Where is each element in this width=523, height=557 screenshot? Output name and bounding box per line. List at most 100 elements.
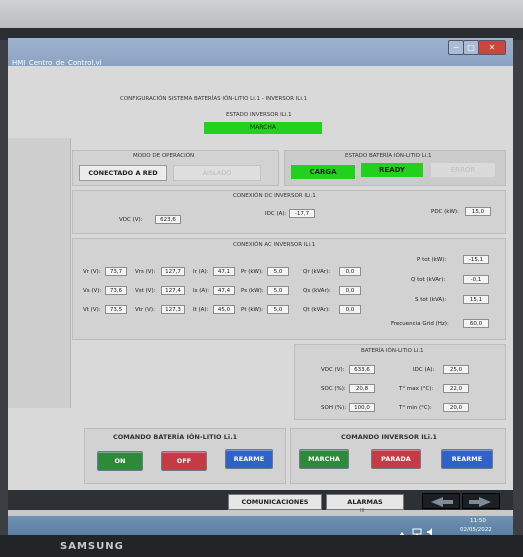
ps-label: Ps (kW): xyxy=(241,288,264,294)
operation-mode-title: MODO DE OPERACIÓN xyxy=(133,153,195,159)
tmin-label: T° min (°C): xyxy=(399,405,432,411)
frequency-value: 60,0 xyxy=(463,319,489,328)
nav-forward-button[interactable] xyxy=(462,493,500,509)
error-indicator: ERROR xyxy=(431,163,495,177)
connected-grid-indicator: CONECTADO A RED xyxy=(79,165,167,181)
battery-state-panel: ESTADO BATERÍA IÓN-LITIO Li.1 CARGA READ… xyxy=(284,150,506,186)
vrs-value: 127,7 xyxy=(161,267,185,276)
battery-panel-title: BATERÍA IÓN-LITIO Li.1 xyxy=(361,348,424,354)
vt-label: Vt (V): xyxy=(83,307,101,313)
qr-label: Qr (kVAr): xyxy=(303,269,331,275)
battery-vdc-label: VDC (V): xyxy=(321,367,345,373)
nav-back-button[interactable] xyxy=(422,493,460,509)
vst-label: Vst (V): xyxy=(135,288,156,294)
bottom-nav-strip: COMUNICACIONES ALARMAS III xyxy=(8,490,513,516)
charge-indicator: CARGA xyxy=(291,165,355,179)
battery-idc-value: 25,0 xyxy=(443,365,469,374)
battery-reset-button[interactable]: REARME xyxy=(225,449,273,469)
taskbar-time[interactable]: 11:50 xyxy=(470,518,486,524)
pdc-label: PDC (kW): xyxy=(431,209,459,215)
wall-background xyxy=(0,0,523,28)
battery-off-button[interactable]: OFF xyxy=(161,451,207,471)
qt-label: Qt (kVAr): xyxy=(303,307,330,313)
tmax-value: 22,0 xyxy=(443,384,469,393)
idc-value: -17,7 xyxy=(289,209,315,218)
minimize-button[interactable]: − xyxy=(448,40,464,55)
vdc-label: VDC (V): xyxy=(119,217,143,223)
pt-value: 5,0 xyxy=(267,305,289,314)
inverter-command-title: COMANDO INVERSOR ILi.1 xyxy=(341,433,438,441)
inverter-start-button[interactable]: MARCHA xyxy=(299,449,349,469)
monitor-brand-logo: SAMSUNG xyxy=(60,541,124,552)
qt-value: 0,0 xyxy=(339,305,361,314)
window-titlebar[interactable]: HMI_Centro_de_Control.vi − □ ✕ xyxy=(8,38,513,67)
soh-value: 100,0 xyxy=(349,403,375,412)
pt-label: Pt (kW): xyxy=(241,307,263,313)
qs-label: Qs (kVAr): xyxy=(303,288,331,294)
pr-label: Pr (kW): xyxy=(241,269,263,275)
battery-idc-label: IDC (A): xyxy=(413,367,435,373)
vr-label: Vr (V): xyxy=(83,269,101,275)
battery-vdc-value: 633,6 xyxy=(349,365,375,374)
scroll-thumb-mark: III xyxy=(360,508,365,514)
it-label: It (A): xyxy=(193,307,209,313)
soh-label: SOH (%): xyxy=(321,405,347,411)
left-side-panel xyxy=(8,138,71,408)
vdc-value: 623,6 xyxy=(155,215,181,224)
arrow-left-icon xyxy=(431,497,453,507)
ir-value: 47,1 xyxy=(213,267,235,276)
communications-tab[interactable]: COMUNICACIONES xyxy=(228,494,322,510)
network-icon[interactable] xyxy=(412,522,422,536)
tmax-label: T° max (°C): xyxy=(399,386,434,392)
vt-value: 73,5 xyxy=(105,305,127,314)
inverter-state-indicator: MARCHA xyxy=(204,122,322,134)
vst-value: 127,4 xyxy=(161,286,185,295)
idc-label: IDC (A): xyxy=(265,211,287,217)
stot-value: 15,1 xyxy=(463,295,489,304)
battery-command-title: COMANDO BATERÍA IÓN-LITIO Li.1 xyxy=(113,433,238,441)
dc-connection-title: CONEXIÓN DC INVERSOR ILi.1 xyxy=(233,193,316,199)
config-title: CONFIGURACIÓN SISTEMA BATERÍAS IÓN-LITIO… xyxy=(120,96,308,102)
stot-label: S tot (kVA): xyxy=(415,297,447,303)
pr-value: 5,0 xyxy=(267,267,289,276)
vs-value: 73,6 xyxy=(105,286,127,295)
ready-indicator: READY xyxy=(361,163,423,177)
frequency-label: Frecuencia Grid (Hz): xyxy=(391,321,449,327)
alarms-tab[interactable]: ALARMAS xyxy=(326,494,404,510)
vtr-label: Vtr (V): xyxy=(135,307,155,313)
volume-icon[interactable] xyxy=(426,522,436,536)
ac-connection-panel: CONEXIÓN AC INVERSOR ILi.1 Vr (V): 73,7 … xyxy=(72,238,506,340)
vtr-value: 127,3 xyxy=(161,305,185,314)
battery-on-button[interactable]: ON xyxy=(97,451,143,471)
is-value: 47,4 xyxy=(213,286,235,295)
battery-panel: BATERÍA IÓN-LITIO Li.1 VDC (V): 633,6 ID… xyxy=(294,344,506,420)
ac-connection-title: CONEXIÓN AC INVERSOR ILi.1 xyxy=(233,242,316,248)
maximize-button[interactable]: □ xyxy=(463,40,479,55)
ps-value: 5,0 xyxy=(267,286,289,295)
taskbar-date[interactable]: 02/05/2022 xyxy=(460,527,492,533)
close-button[interactable]: ✕ xyxy=(478,40,506,55)
ir-label: Ir (A): xyxy=(193,269,209,275)
inverter-stop-button[interactable]: PARADA xyxy=(371,449,421,469)
qtot-value: -0,1 xyxy=(463,275,489,284)
hmi-client-area: CONFIGURACIÓN SISTEMA BATERÍAS IÓN-LITIO… xyxy=(8,66,513,516)
qtot-label: Q tot (kVAr): xyxy=(411,277,446,283)
vs-label: Vs (V): xyxy=(83,288,102,294)
ptot-value: -15,1 xyxy=(463,255,489,264)
qs-value: 0,0 xyxy=(339,286,361,295)
tmin-value: 20,0 xyxy=(443,403,469,412)
battery-state-title: ESTADO BATERÍA IÓN-LITIO Li.1 xyxy=(345,153,432,159)
inverter-reset-button[interactable]: REARME xyxy=(441,449,493,469)
tray-arrow-icon[interactable] xyxy=(398,523,406,536)
ptot-label: P tot (kW): xyxy=(417,257,447,263)
dc-connection-panel: CONEXIÓN DC INVERSOR ILi.1 VDC (V): 623,… xyxy=(72,190,506,234)
it-value: 45,0 xyxy=(213,305,235,314)
isolated-indicator: AISLADO xyxy=(173,165,261,181)
inverter-state-title: ESTADO INVERSOR ILi.1 xyxy=(226,112,292,118)
soc-value: 20,8 xyxy=(349,384,375,393)
battery-command-panel: COMANDO BATERÍA IÓN-LITIO Li.1 ON OFF RE… xyxy=(84,428,286,484)
qr-value: 0,0 xyxy=(339,267,361,276)
vrs-label: Vrs (V): xyxy=(135,269,156,275)
vr-value: 73,7 xyxy=(105,267,127,276)
inverter-command-panel: COMANDO INVERSOR ILi.1 MARCHA PARADA REA… xyxy=(290,428,506,484)
